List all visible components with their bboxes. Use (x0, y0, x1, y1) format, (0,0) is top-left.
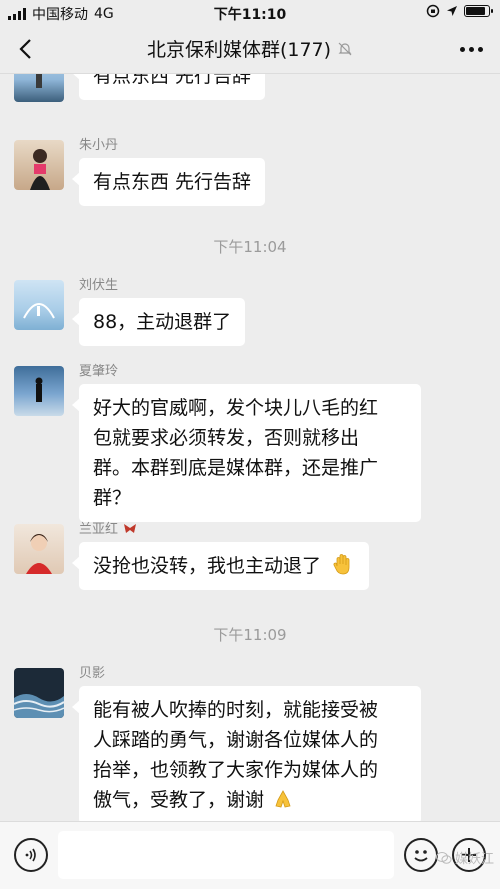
message-item: 朱小丹 有点东西 先行告辞 (14, 138, 486, 210)
avatar[interactable] (14, 140, 64, 190)
more-options-button[interactable] (456, 36, 486, 62)
message-line: 包就要求必须转发，否则就移出 (93, 427, 360, 449)
sender-name: 朱小丹 (79, 138, 119, 153)
avatar[interactable] (14, 74, 64, 102)
input-bar (0, 821, 500, 889)
sender-name-text: 兰亚红 (79, 522, 119, 537)
message-line: 好大的官威啊，发个块儿八毛的红 (93, 397, 379, 419)
message-item: 有点东西 先行告辞 (14, 74, 486, 124)
praying-hands-emoji-icon (275, 790, 291, 808)
time-separator: 下午11:04 (213, 238, 287, 256)
mute-bell-icon (338, 42, 352, 55)
message-item: 贝影 能有被人吹捧的时刻，就能接受被 人踩踏的勇气，谢谢各位媒体人的 抬举，也领… (14, 666, 486, 821)
avatar[interactable] (14, 366, 64, 416)
status-right (426, 4, 493, 18)
smiley-icon (414, 850, 428, 862)
message-line: 能有被人吹捧的时刻，就能接受被 (93, 699, 379, 721)
voice-icon (25, 848, 36, 862)
message-bubble[interactable]: 能有被人吹捧的时刻，就能接受被 人踩踏的勇气，谢谢各位媒体人的 抬举，也领教了大… (72, 686, 421, 821)
location-icon (447, 6, 457, 16)
status-bar: 中国移动 4G 下午11:10 (0, 0, 500, 24)
ribbon-badge-icon (124, 523, 137, 533)
chat-area[interactable]: 有点东西 先行告辞 朱小丹 有点东西 先行告辞 下午11:04 刘伏生 88，主… (0, 74, 500, 821)
wechat-logo-icon (435, 851, 452, 864)
dot-icon (468, 46, 474, 52)
chat-title-text: 北京保利媒体群(177) (146, 39, 332, 61)
watermark-text: 媒妖江 (454, 852, 494, 867)
battery-icon (464, 5, 493, 17)
avatar[interactable] (14, 524, 64, 574)
sender-name: 刘伏生 (79, 278, 119, 293)
watermark: 媒妖江 (435, 848, 494, 867)
sender-name: 兰亚红 (79, 518, 138, 537)
message-bubble[interactable]: 有点东西 先行告辞 (71, 74, 266, 100)
sender-name: 贝影 (79, 666, 106, 681)
sender-name: 夏肇玲 (79, 364, 119, 379)
message-bubble[interactable]: 有点东西 先行告辞 (71, 158, 266, 206)
rotation-lock-icon (426, 4, 440, 18)
message-line: 群？ (93, 487, 132, 509)
message-item: 刘伏生 88，主动退群了 (14, 278, 486, 350)
avatar[interactable] (14, 668, 64, 718)
voice-input-button[interactable] (14, 838, 48, 872)
chat-title: 北京保利媒体群(177) (147, 35, 353, 62)
message-line-text: 傲气，受教了，谢谢 (93, 789, 265, 811)
waving-hand-emoji-icon (333, 554, 350, 575)
message-bubble[interactable]: 88，主动退群了 (71, 298, 246, 346)
message-bubble[interactable]: 好大的官威啊，发个块儿八毛的红 包就要求必须转发，否则就移出 群。本群到底是媒体… (72, 384, 421, 522)
message-line: 傲气，受教了，谢谢 (93, 785, 407, 815)
emoji-button[interactable] (404, 838, 438, 872)
message-input[interactable] (58, 831, 394, 879)
nav-bar: 北京保利媒体群(177) (0, 24, 500, 74)
dot-icon (459, 46, 465, 52)
message-bubble[interactable]: 没抢也没转，我也主动退了 (71, 542, 370, 590)
chevron-left-icon (19, 39, 31, 59)
back-button[interactable] (10, 34, 40, 64)
message-item: 兰亚红 没抢也没转，我也主动退了 (14, 522, 486, 594)
status-time: 下午11:10 (213, 7, 287, 23)
time-separator: 下午11:09 (213, 626, 287, 644)
avatar[interactable] (14, 280, 64, 330)
message-item: 夏肇玲 好大的官威啊，发个块儿八毛的红 包就要求必须转发，否则就移出 群。本群到… (14, 364, 486, 522)
message-line: 抬举，也领教了大家作为媒体人的 (93, 759, 379, 781)
message-line: 群。本群到底是媒体群，还是推广 (93, 457, 379, 479)
dot-icon (477, 46, 483, 52)
message-line: 人踩踏的勇气，谢谢各位媒体人的 (93, 729, 379, 751)
message-text: 没抢也没转，我也主动退了 (93, 555, 322, 577)
